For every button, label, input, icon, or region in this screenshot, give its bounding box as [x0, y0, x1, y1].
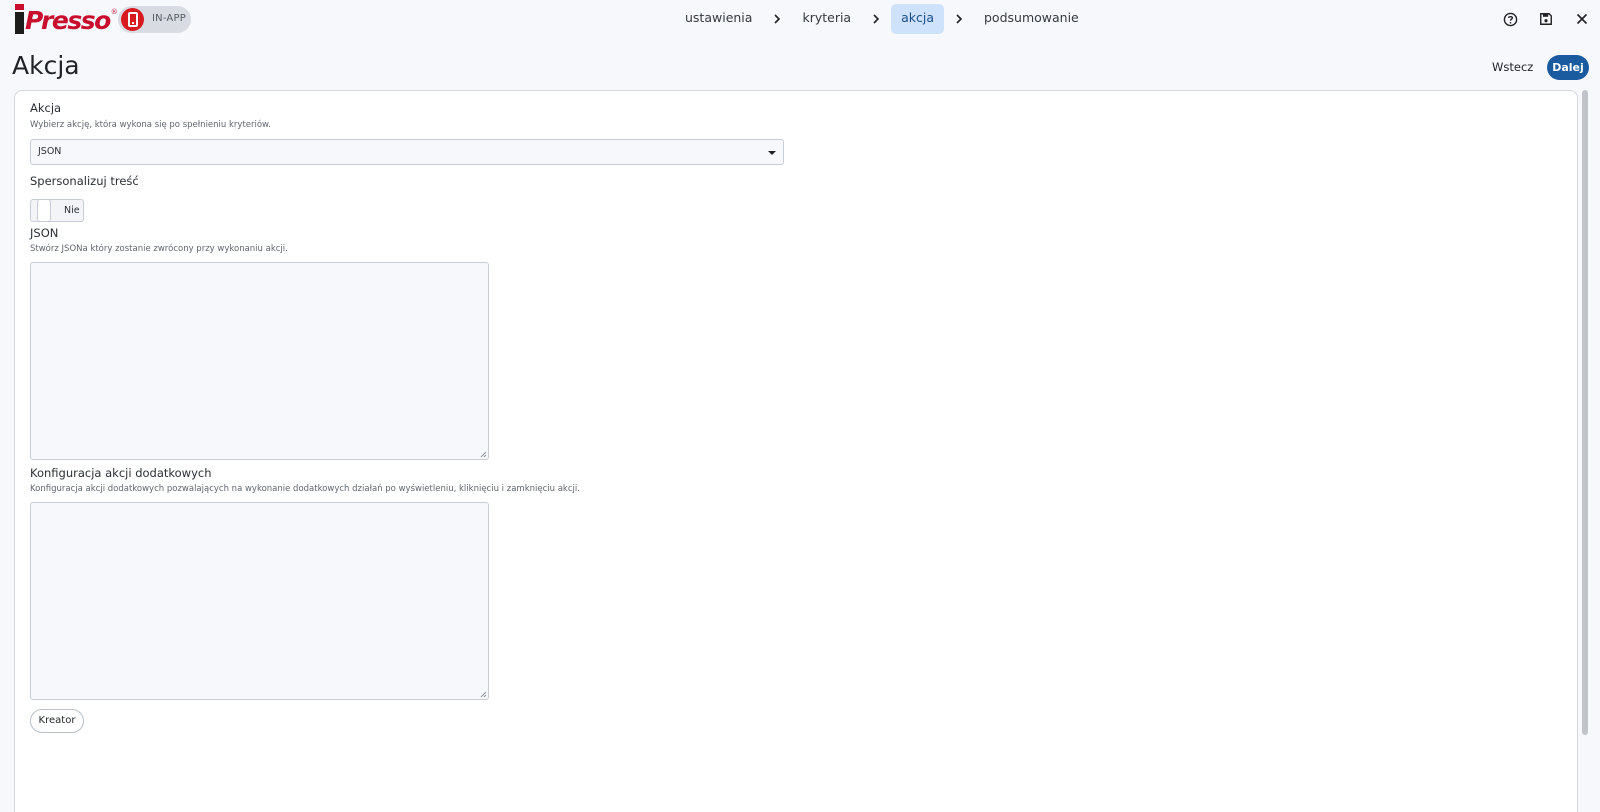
- chevron-right-icon: [944, 4, 974, 34]
- wizard-steps: ustawienia kryteria akcja podsumowanie: [675, 4, 1089, 34]
- extra-actions-label: Konfiguracja akcji dodatkowych: [30, 466, 212, 480]
- json-help-text: Stwórz JSONa który zostanie zwrócony prz…: [30, 244, 288, 254]
- personalize-label: Spersonalizuj treść: [30, 174, 139, 188]
- personalize-toggle-value: Nie: [64, 205, 80, 216]
- logo-text: Presso: [25, 6, 111, 35]
- action-label: Akcja: [30, 101, 62, 115]
- top-bar: Presso ® IN-APP ustawienia kryteria akcj…: [0, 0, 1600, 38]
- resize-grip-icon[interactable]: [480, 691, 487, 698]
- step-settings[interactable]: ustawienia: [675, 4, 762, 34]
- action-form-card: Akcja Wybierz akcję, która wykona się po…: [14, 90, 1578, 812]
- caret-down-icon: [768, 151, 776, 155]
- personalize-toggle[interactable]: Nie: [30, 199, 84, 222]
- back-button[interactable]: Wstecz: [1492, 55, 1533, 79]
- campaign-type-label: IN-APP: [152, 13, 186, 24]
- page-scrollbar[interactable]: [1580, 90, 1590, 812]
- chevron-right-icon: [762, 4, 792, 34]
- logo-registered-mark: ®: [110, 8, 118, 16]
- json-label: JSON: [30, 226, 59, 240]
- scrollbar-thumb[interactable]: [1582, 90, 1588, 735]
- action-select[interactable]: JSON: [30, 139, 784, 165]
- step-summary[interactable]: podsumowanie: [974, 4, 1089, 34]
- extra-actions-help-text: Konfiguracja akcji dodatkowych pozwalają…: [30, 484, 580, 494]
- json-textarea[interactable]: [30, 262, 489, 460]
- action-select-value: JSON: [38, 146, 62, 157]
- header-actions: [1492, 8, 1600, 30]
- toggle-knob: [37, 199, 51, 222]
- resize-grip-icon[interactable]: [480, 451, 487, 458]
- logo-i-mark: [15, 4, 24, 34]
- step-criteria[interactable]: kryteria: [792, 4, 861, 34]
- step-action[interactable]: akcja: [891, 4, 944, 34]
- extra-actions-textarea[interactable]: [30, 502, 489, 700]
- creator-button[interactable]: Kreator: [30, 709, 84, 733]
- mobile-phone-icon: [121, 8, 144, 31]
- save-icon[interactable]: [1528, 8, 1564, 30]
- campaign-type-badge: IN-APP: [118, 6, 191, 33]
- help-icon[interactable]: [1492, 8, 1528, 30]
- action-help-text: Wybierz akcję, która wykona się po spełn…: [30, 120, 271, 130]
- chevron-right-icon: [861, 4, 891, 34]
- close-icon[interactable]: [1564, 8, 1600, 30]
- page-title: Akcja: [12, 51, 80, 80]
- next-button[interactable]: Dalej: [1547, 55, 1589, 80]
- ipresso-logo[interactable]: Presso ®: [15, 4, 118, 34]
